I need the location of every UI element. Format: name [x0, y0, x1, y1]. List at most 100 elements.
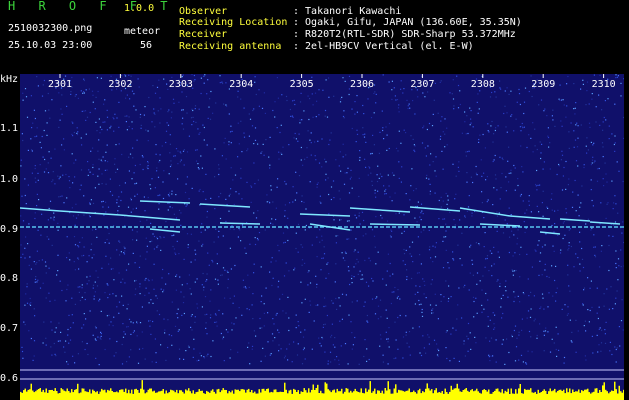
- noise-speckle: [248, 135, 250, 137]
- noise-speckle: [376, 296, 378, 298]
- noise-speckle: [278, 350, 280, 352]
- noise-speckle: [531, 266, 533, 268]
- noise-speckle: [359, 270, 361, 272]
- noise-speckle: [57, 175, 59, 177]
- level-bar: [488, 389, 490, 400]
- noise-speckle: [402, 92, 404, 94]
- level-bar: [23, 390, 25, 400]
- noise-speckle: [593, 234, 595, 236]
- noise-speckle: [285, 224, 287, 227]
- noise-speckle: [225, 82, 227, 84]
- level-bar: [183, 393, 185, 400]
- noise-speckle: [324, 158, 326, 160]
- noise-speckle: [292, 186, 294, 188]
- noise-speckle: [352, 344, 354, 346]
- noise-speckle: [566, 105, 568, 107]
- x-tick-label: 2306: [350, 79, 375, 90]
- noise-speckle: [290, 115, 292, 117]
- noise-speckle: [437, 112, 439, 114]
- noise-speckle: [530, 291, 532, 293]
- noise-speckle: [600, 202, 602, 204]
- noise-speckle: [370, 172, 372, 174]
- noise-speckle: [145, 277, 147, 280]
- level-bar: [95, 392, 97, 400]
- noise-speckle: [113, 279, 115, 281]
- noise-speckle: [27, 243, 29, 245]
- noise-speckle: [185, 96, 188, 98]
- level-bar: [413, 390, 415, 400]
- noise-speckle: [321, 257, 323, 259]
- noise-speckle: [21, 350, 24, 353]
- noise-speckle: [198, 168, 200, 170]
- noise-speckle: [270, 222, 272, 224]
- noise-speckle: [497, 125, 499, 127]
- level-bar: [237, 389, 239, 400]
- noise-speckle: [415, 188, 417, 190]
- noise-speckle: [135, 288, 137, 290]
- noise-speckle: [160, 249, 162, 251]
- noise-speckle: [220, 332, 222, 335]
- noise-speckle: [210, 314, 212, 316]
- noise-speckle: [221, 81, 223, 83]
- noise-speckle: [447, 262, 449, 264]
- noise-speckle: [507, 160, 509, 162]
- noise-speckle: [206, 210, 208, 213]
- noise-speckle: [123, 246, 125, 248]
- noise-speckle: [530, 336, 532, 338]
- noise-speckle: [240, 177, 242, 179]
- noise-speckle: [254, 76, 256, 78]
- noise-speckle: [262, 143, 264, 145]
- noise-speckle: [31, 172, 33, 174]
- noise-speckle: [121, 153, 123, 156]
- noise-speckle: [258, 105, 260, 107]
- noise-speckle: [207, 79, 209, 81]
- noise-speckle: [535, 185, 537, 187]
- level-bar: [563, 389, 565, 400]
- noise-speckle: [35, 263, 37, 265]
- noise-speckle: [247, 148, 249, 150]
- level-bar: [305, 390, 307, 400]
- noise-speckle: [365, 281, 368, 283]
- noise-speckle: [56, 274, 58, 276]
- noise-speckle: [165, 221, 167, 223]
- level-bar: [594, 388, 596, 400]
- noise-speckle: [69, 339, 72, 341]
- noise-speckle: [356, 111, 358, 113]
- level-bar: [39, 388, 41, 400]
- noise-speckle: [53, 216, 55, 218]
- level-bar: [87, 392, 89, 400]
- noise-speckle: [585, 145, 587, 147]
- noise-speckle: [168, 109, 170, 111]
- noise-speckle: [330, 198, 332, 201]
- noise-speckle: [206, 144, 208, 146]
- noise-speckle: [139, 113, 142, 116]
- noise-speckle: [510, 214, 512, 216]
- level-bar: [32, 390, 34, 400]
- noise-speckle: [410, 135, 412, 137]
- level-bar: [36, 389, 38, 400]
- noise-speckle: [361, 274, 363, 276]
- level-bar: [276, 392, 278, 400]
- noise-speckle: [338, 190, 340, 192]
- level-bar: [231, 390, 233, 400]
- level-bar: [83, 388, 85, 400]
- level-bar: [423, 392, 425, 400]
- noise-speckle: [132, 322, 134, 324]
- noise-speckle: [126, 94, 128, 96]
- noise-speckle: [445, 230, 447, 232]
- noise-speckle: [264, 112, 266, 114]
- noise-speckle: [104, 169, 106, 171]
- noise-speckle: [240, 240, 242, 242]
- noise-speckle: [327, 360, 329, 362]
- noise-speckle: [87, 174, 89, 176]
- noise-speckle: [399, 314, 401, 317]
- noise-speckle: [368, 285, 370, 287]
- noise-speckle: [65, 300, 67, 302]
- noise-speckle: [335, 159, 337, 161]
- noise-speckle: [544, 108, 546, 110]
- noise-speckle: [430, 283, 432, 285]
- noise-speckle: [541, 246, 544, 248]
- noise-speckle: [85, 89, 87, 91]
- noise-speckle: [345, 252, 347, 254]
- level-bar: [254, 391, 256, 400]
